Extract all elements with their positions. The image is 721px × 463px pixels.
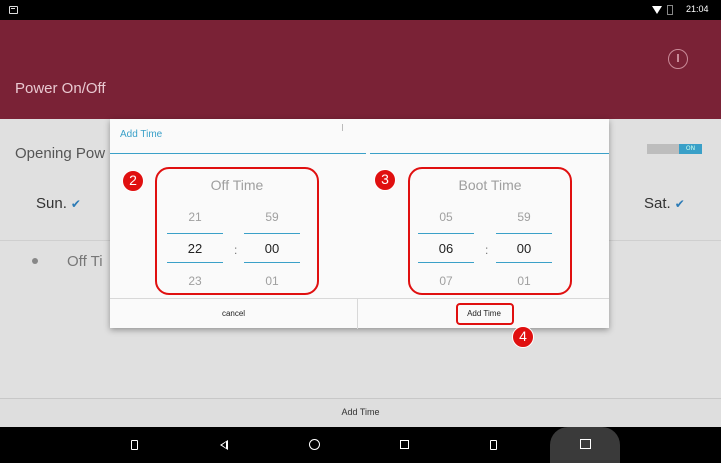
volume-up-icon[interactable] bbox=[490, 440, 497, 450]
dialog-button-bar: cancel Add Time bbox=[110, 298, 609, 329]
day-sunday-label: Sun. bbox=[36, 195, 67, 212]
cancel-button[interactable]: cancel bbox=[110, 299, 358, 329]
status-time: 21:04 bbox=[686, 4, 709, 14]
dialog-title-underline bbox=[110, 153, 366, 154]
spinner-line bbox=[167, 262, 223, 263]
day-saturday[interactable]: Sat. ✔ bbox=[644, 195, 685, 212]
spinner-line bbox=[244, 262, 300, 263]
checkbox-checked-icon: ✔ bbox=[70, 197, 81, 211]
spinner-line bbox=[418, 233, 474, 234]
off-time-picker: Off Time 21 22 23 : 59 00 01 bbox=[155, 167, 319, 295]
toggle-knob: ON bbox=[679, 144, 702, 154]
boot-hour-selected[interactable]: 06 bbox=[418, 241, 474, 256]
spinner-line bbox=[496, 262, 552, 263]
off-time-minute-spinner[interactable]: 59 00 01 bbox=[244, 207, 300, 291]
bottom-add-time-button[interactable]: Add Time bbox=[0, 398, 721, 427]
add-time-dialog: Add Time Off Time 21 22 23 : 59 00 01 Bo… bbox=[110, 119, 609, 329]
opening-power-label: Opening Pow bbox=[15, 145, 106, 162]
spinner-line bbox=[418, 262, 474, 263]
checkbox-checked-icon: ✔ bbox=[674, 197, 685, 211]
off-time-hour-spinner[interactable]: 21 22 23 bbox=[167, 207, 223, 291]
app-header: Power On/Off bbox=[0, 20, 721, 119]
home-icon[interactable] bbox=[309, 439, 320, 450]
off-hour-selected[interactable]: 22 bbox=[167, 241, 223, 256]
recent-apps-icon[interactable] bbox=[400, 440, 409, 449]
day-saturday-label: Sat. bbox=[644, 195, 671, 212]
off-minute-selected[interactable]: 00 bbox=[244, 241, 300, 256]
boot-time-separator: : bbox=[485, 243, 489, 257]
off-minute-next[interactable]: 01 bbox=[244, 274, 300, 288]
spinner-line bbox=[496, 233, 552, 234]
boot-minute-selected[interactable]: 00 bbox=[496, 241, 552, 256]
boot-hour-prev[interactable]: 05 bbox=[418, 210, 474, 224]
wifi-icon bbox=[652, 6, 662, 14]
boot-hour-next[interactable]: 07 bbox=[418, 274, 474, 288]
boot-time-title: Boot Time bbox=[458, 177, 522, 193]
boot-time-minute-spinner[interactable]: 59 00 01 bbox=[496, 207, 552, 291]
off-time-separator: : bbox=[234, 243, 238, 257]
off-hour-prev[interactable]: 21 bbox=[167, 210, 223, 224]
boot-minute-prev[interactable]: 59 bbox=[496, 210, 552, 224]
screenshot-icon bbox=[580, 439, 591, 449]
off-hour-next[interactable]: 23 bbox=[167, 274, 223, 288]
dialog-title: Add Time bbox=[120, 129, 163, 140]
dialog-cursor bbox=[342, 124, 343, 131]
spinner-line bbox=[244, 233, 300, 234]
info-icon[interactable] bbox=[668, 49, 688, 69]
off-minute-prev[interactable]: 59 bbox=[244, 210, 300, 224]
boot-time-hour-spinner[interactable]: 05 06 07 bbox=[418, 207, 474, 291]
annotation-badge-3: 3 bbox=[374, 169, 396, 191]
off-time-list-item[interactable]: Off Ti bbox=[67, 253, 103, 270]
bottom-add-time-label: Add Time bbox=[341, 407, 380, 417]
page-title: Power On/Off bbox=[15, 80, 106, 97]
opening-power-toggle[interactable]: ON bbox=[647, 144, 702, 154]
notification-icon bbox=[9, 6, 18, 14]
volume-down-icon[interactable] bbox=[131, 440, 138, 450]
boot-minute-next[interactable]: 01 bbox=[496, 274, 552, 288]
boot-time-picker: Boot Time 05 06 07 : 59 00 01 bbox=[408, 167, 572, 295]
bullet-icon bbox=[32, 258, 38, 264]
screenshot-button[interactable] bbox=[550, 427, 620, 463]
day-sunday[interactable]: Sun. ✔ bbox=[36, 195, 81, 212]
navigation-bar bbox=[0, 427, 721, 463]
dialog-title-underline bbox=[370, 153, 609, 154]
status-bar: 21:04 bbox=[0, 0, 721, 20]
annotation-badge-4: 4 bbox=[512, 326, 534, 348]
annotation-badge-2: 2 bbox=[122, 170, 144, 192]
add-time-highlight bbox=[456, 303, 514, 325]
back-icon[interactable] bbox=[220, 440, 228, 450]
off-time-title: Off Time bbox=[210, 177, 264, 193]
battery-icon bbox=[667, 5, 673, 15]
spinner-line bbox=[167, 233, 223, 234]
